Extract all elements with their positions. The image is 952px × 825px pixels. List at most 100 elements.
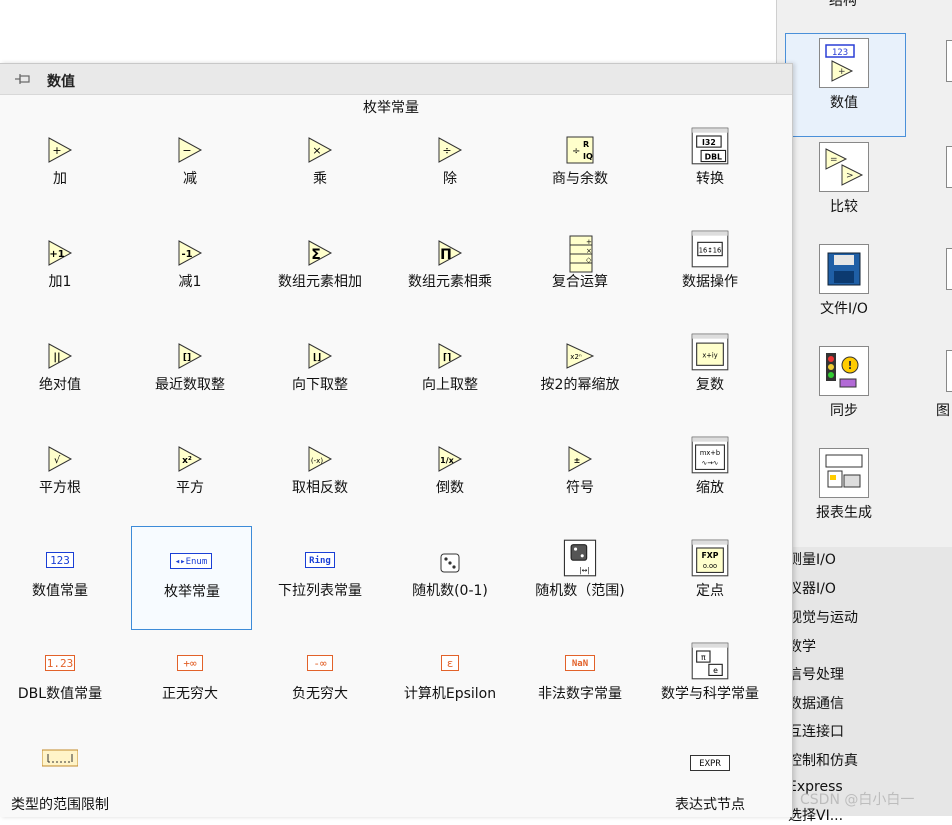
decrement-icon: -1 <box>178 240 203 266</box>
palette-item-absolute-value[interactable]: || 绝对值 <box>0 320 120 420</box>
palette-item-math-science-constants[interactable]: πe 数学与科学常量 <box>650 629 770 729</box>
palette-item-range-limit[interactable]: 类型的范围限制 <box>0 732 120 817</box>
palette-item-square[interactable]: x² 平方 <box>130 423 250 523</box>
palette-item-multiply-array-elements[interactable]: Π 数组元素相乘 <box>390 217 510 317</box>
palette-item-numeric-constant[interactable]: 123 数值常量 <box>0 526 120 626</box>
palette-item-divide[interactable]: ÷ 除 <box>390 114 510 214</box>
palette-category-report-generation[interactable]: 报表生成 <box>799 448 889 522</box>
palette-item-random-number-range[interactable]: |↔| 随机数（范围) <box>520 526 640 626</box>
palette-item-scaling[interactable]: mx+b ∿→∿ 缩放 <box>650 423 770 523</box>
palette-item-multiply[interactable]: × 乘 <box>260 114 380 214</box>
item-label: 乘 <box>313 171 327 187</box>
item-label: DBL数值常量 <box>17 686 103 702</box>
palette-category-structures[interactable]: 结构 <box>798 0 888 10</box>
svg-text:1/x: 1/x <box>440 456 454 465</box>
palette-item-round-nearest[interactable]: [] 最近数取整 <box>130 320 250 420</box>
palette-list-item[interactable]: 数据通信 <box>788 693 844 713</box>
svg-text:√: √ <box>54 455 61 466</box>
divide-icon: ÷ <box>438 137 463 163</box>
square-root-icon: √ <box>48 446 73 472</box>
palette-item-square-root[interactable]: √ 平方根 <box>0 423 120 523</box>
palette-list-item[interactable]: 仪器I/O <box>788 578 836 598</box>
item-label: 数组元素相乘 <box>408 274 492 290</box>
palette-item-ring-constant[interactable]: Ring 下拉列表常量 <box>260 526 380 626</box>
report-generation-icon <box>819 448 869 498</box>
svg-text:>: > <box>846 171 854 181</box>
palette-item-positive-infinity[interactable]: +∞ 正无穷大 <box>130 629 250 729</box>
palette-item-complex[interactable]: x+iy 复数 <box>650 320 770 420</box>
palette-list-item[interactable]: 信号处理 <box>788 664 844 684</box>
svg-text:o.oo: o.oo <box>703 562 717 570</box>
palette-category-file-io[interactable]: 文件I/O <box>799 244 889 318</box>
svg-text:FXP: FXP <box>702 551 719 560</box>
palette-category-edge[interactable] <box>946 248 952 290</box>
palette-item-increment[interactable]: +1 加1 <box>0 217 120 317</box>
palette-title: 数值 <box>47 74 75 90</box>
nan-constant-icon: NaN <box>565 655 595 671</box>
palette-item-negative-infinity[interactable]: -∞ 负无穷大 <box>260 629 380 729</box>
numeric-constant-icon: 123 <box>46 552 74 568</box>
palette-item-dbl-constant[interactable]: 1.23 DBL数值常量 <box>0 629 120 729</box>
watermark: CSDN @白小白一 <box>800 792 915 808</box>
palette-item-round-down[interactable]: ⌊⌋ 向下取整 <box>260 320 380 420</box>
palette-category-comparison[interactable]: = > 比较 <box>799 142 889 216</box>
scaling-icon: mx+b ∿→∿ <box>691 436 729 474</box>
palette-item-machine-epsilon[interactable]: ε 计算机Epsilon <box>390 629 510 729</box>
palette-item-negate[interactable]: (-x) 取相反数 <box>260 423 380 523</box>
palette-item-random-number[interactable]: 随机数(0-1) <box>390 526 510 626</box>
palette-item-compound-arithmetic[interactable]: + × ◇ 复合运算 <box>520 217 640 317</box>
multiply-icon: × <box>308 137 333 163</box>
increment-icon: +1 <box>48 240 73 266</box>
dbl-constant-icon: 1.23 <box>45 655 75 671</box>
palette-category-numeric[interactable]: 123 + 数值 <box>799 38 889 112</box>
range-limit-icon <box>42 749 78 767</box>
item-label: 定点 <box>696 583 724 599</box>
palette-item-scale-by-power-of-2[interactable]: x2ⁿ 按2的幂缩放 <box>520 320 640 420</box>
palette-item-add[interactable]: + 加 <box>0 114 120 214</box>
palette-category-edge[interactable] <box>946 350 952 392</box>
palette-item-expression-node[interactable]: EXPR 表达式节点 <box>650 732 770 817</box>
data-manipulation-icon: 16↕16 <box>691 230 729 268</box>
comparison-icon: = > <box>819 142 869 192</box>
svg-text:R: R <box>583 140 589 149</box>
svg-text:(-x): (-x) <box>311 457 323 465</box>
item-label: 正无穷大 <box>162 686 218 702</box>
item-label: 类型的范围限制 <box>11 797 109 813</box>
palette-list-item[interactable]: 互连接口 <box>788 721 844 741</box>
palette-category-synchronization[interactable]: ! 同步 <box>799 346 889 420</box>
epsilon-icon: ε <box>441 655 459 671</box>
palette-list-item[interactable]: 视觉与运动 <box>788 607 858 627</box>
conversion-icon: I32 DBL <box>691 127 729 165</box>
subtract-icon: − <box>178 137 203 163</box>
palette-item-data-manipulation[interactable]: 16↕16 数据操作 <box>650 217 770 317</box>
item-label: 取相反数 <box>292 480 348 496</box>
svg-text:÷: ÷ <box>442 144 451 157</box>
item-label: 向上取整 <box>422 377 478 393</box>
palette-item-quotient-remainder[interactable]: ÷ R IQ 商与余数 <box>520 114 640 214</box>
palette-item-reciprocal[interactable]: 1/x 倒数 <box>390 423 510 523</box>
palette-item-decrement[interactable]: -1 减1 <box>130 217 250 317</box>
palette-list-item[interactable]: 控制和仿真 <box>788 750 858 770</box>
negative-infinity-icon: -∞ <box>307 655 333 671</box>
item-label: 数值常量 <box>32 583 88 599</box>
palette-category-edge[interactable] <box>946 146 952 188</box>
item-label: 转换 <box>696 171 724 187</box>
palette-item-fixed-point[interactable]: FXP o.oo 定点 <box>650 526 770 626</box>
item-label: 数组元素相加 <box>278 274 362 290</box>
palette-item-conversion[interactable]: I32 DBL 转换 <box>650 114 770 214</box>
svg-text:I32: I32 <box>702 138 716 147</box>
palette-item-add-array-elements[interactable]: Σ 数组元素相加 <box>260 217 380 317</box>
palette-item-sign[interactable]: ± 符号 <box>520 423 640 523</box>
palette-item-round-up[interactable]: ⌈⌉ 向上取整 <box>390 320 510 420</box>
palette-item-nan-constant[interactable]: NaN 非法数字常量 <box>520 629 640 729</box>
palette-item-enum-constant[interactable]: ◂▸Enum 枚举常量 <box>131 526 252 630</box>
palette-category-label: 结构 <box>829 0 857 9</box>
svg-text:=: = <box>830 155 838 165</box>
item-label: 商与余数 <box>552 171 608 187</box>
palette-list-item[interactable]: 测量I/O <box>788 549 836 569</box>
palette-item-subtract[interactable]: − 减 <box>130 114 250 214</box>
palette-category-edge[interactable] <box>946 40 952 82</box>
palette-category-label: 同步 <box>830 403 858 419</box>
svg-text:π: π <box>701 653 706 662</box>
pin-icon[interactable] <box>14 72 32 86</box>
